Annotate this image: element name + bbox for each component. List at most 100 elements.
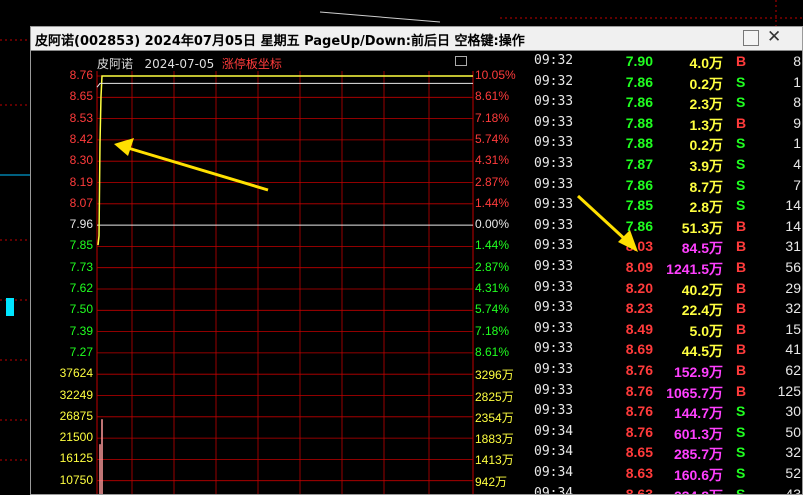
trade-row[interactable]: 09:34 8.76 601.3万 S 50	[531, 423, 802, 444]
stock-name: 皮阿诺	[97, 57, 134, 71]
title-bar[interactable]: 皮阿诺(002853) 2024年07月05日 星期五 PageUp/Down:…	[31, 27, 802, 51]
trade-price: 7.86	[625, 94, 653, 111]
trade-side: S	[736, 156, 746, 172]
pct-tick-label: 7.18%	[475, 110, 510, 125]
price-tick-label: 7.73	[69, 259, 93, 274]
trade-time: 09:33	[534, 135, 574, 151]
trade-side: S	[736, 423, 746, 440]
trade-row[interactable]: 09:33 7.86 2.3万 S 8	[531, 94, 802, 114]
amount-tick-label: 1883万	[475, 432, 514, 447]
trade-price: 8.76	[625, 423, 653, 440]
trade-volume: 5.0万	[689, 322, 723, 339]
trade-row[interactable]: 09:33 8.69 44.5万 B 41	[531, 341, 802, 361]
pct-tick-label: 10.05%	[475, 68, 516, 82]
trade-count: 43	[785, 485, 801, 495]
trade-price: 8.76	[625, 403, 653, 420]
trade-count: 50	[785, 423, 801, 440]
trade-side: S	[736, 485, 746, 495]
trade-side: S	[736, 197, 746, 214]
trade-volume: 1.3万	[689, 116, 723, 133]
trade-time: 09:33	[534, 176, 574, 192]
axis-ticks: 8.76 10.05% 8.65 8.61% 8.53 7.18% 8.42 5.74% 8.3…	[31, 51, 531, 494]
trade-row[interactable]: 09:33 8.09 1241.5万 B 56	[531, 259, 802, 279]
price-tick-label: 7.27	[69, 344, 93, 359]
trade-side: B	[736, 341, 747, 358]
trade-volume: 152.9万	[673, 364, 723, 380]
trade-row[interactable]: 09:33 7.88 0.2万 S 1	[531, 135, 802, 155]
trade-row[interactable]: 09:33 8.03 84.5万 B 31	[531, 238, 802, 258]
trade-row[interactable]: 09:33 7.88 1.3万 B 9	[531, 114, 802, 135]
trade-time: 09:33	[534, 238, 574, 254]
trade-price: 7.85	[625, 197, 653, 214]
trade-row[interactable]: 09:34 8.63234.8万 S 43	[531, 485, 802, 495]
price-tick-label: 8.53	[69, 110, 93, 125]
trade-price: 7.88	[625, 135, 653, 152]
trade-price: 8.76	[625, 382, 653, 399]
trade-row[interactable]: 09:33 7.87 3.9万 S 4	[531, 156, 802, 176]
trade-count: 8	[793, 53, 801, 69]
trade-row[interactable]: 09:32 7.90 4.0万 B 8	[531, 53, 802, 73]
trade-volume: 84.5万	[681, 240, 723, 257]
trade-price: 7.88	[625, 114, 653, 131]
pct-tick-label: 7.18%	[475, 323, 510, 338]
panel-toggle-icon[interactable]	[455, 56, 467, 66]
trade-row[interactable]: 09:33 7.86 8.7万 S 7	[531, 176, 802, 197]
trade-count: 7	[793, 176, 801, 193]
trade-volume: 601.3万	[673, 425, 723, 442]
price-tick-label: 8.30	[69, 153, 93, 168]
intraday-chart[interactable]: 8.76 10.05% 8.65 8.61% 8.53 7.18% 8.42 5.74% 8.3…	[31, 51, 531, 494]
trade-time: 09:33	[534, 279, 574, 295]
trade-count: 32	[785, 300, 801, 317]
amount-tick-label: 3296万	[475, 368, 514, 383]
trade-count: 41	[785, 341, 801, 358]
trade-row[interactable]: 09:33 8.23 22.4万 B 32	[531, 300, 802, 320]
close-button[interactable]: ✕	[767, 27, 781, 47]
trade-volume: 8.7万	[689, 178, 723, 195]
trade-count: 1	[793, 135, 801, 152]
trade-count: 30	[785, 403, 801, 420]
trade-row[interactable]: 09:33 8.76 152.9万 B 62	[531, 362, 802, 382]
trade-list[interactable]: 09:32 7.90 4.0万 B 8 09:32 7.86 0.2万 S 1 09:33 7.86 2…	[531, 51, 802, 495]
trade-time: 09:34	[534, 423, 574, 439]
trade-side: B	[736, 279, 747, 296]
trade-side: S	[736, 403, 746, 420]
trade-side: B	[736, 217, 747, 234]
trade-row[interactable]: 09:33 8.49 5.0万 B 15	[531, 320, 802, 341]
trade-volume: 40.2万	[681, 281, 723, 298]
trade-side: B	[736, 259, 747, 275]
trade-time: 09:33	[534, 300, 574, 316]
trade-side: B	[736, 320, 747, 337]
amount-tick-label: 1413万	[475, 453, 514, 468]
trade-row[interactable]: 09:33 8.76 1065.7万 B 125	[531, 382, 802, 403]
price-tick-label: 7.96	[69, 217, 93, 232]
trade-count: 8	[793, 94, 801, 111]
trade-volume: 22.4万	[681, 302, 723, 319]
trade-time: 09:33	[534, 217, 574, 233]
trade-row[interactable]: 09:34 8.65 285.7万 S 32	[531, 444, 802, 464]
volume-tick-label: 26875	[59, 408, 93, 423]
trade-side: S	[736, 94, 746, 111]
trade-row[interactable]: 09:33 8.20 40.2万 B 29	[531, 279, 802, 300]
trade-volume: 44.5万	[681, 343, 723, 360]
trade-price: 8.23	[625, 300, 653, 317]
trade-row[interactable]: 09:33 8.76 144.7万 S 30	[531, 403, 802, 423]
trade-side: B	[736, 53, 747, 69]
price-tick-label: 7.39	[69, 323, 93, 338]
trade-count: 15	[785, 320, 801, 337]
trade-row[interactable]: 09:34 8.63 160.6万 S 52	[531, 465, 802, 485]
trade-time: 09:34	[534, 465, 574, 480]
volume-tick-label: 10750	[59, 472, 93, 487]
amount-tick-label: 942万	[475, 474, 508, 489]
trade-row[interactable]: 09:33 7.85 2.8万 S 14	[531, 197, 802, 217]
amount-tick-label: 2354万	[475, 410, 514, 425]
price-tick-label: 8.65	[69, 89, 93, 104]
trade-row[interactable]: 09:33 7.86 51.3万 B 14	[531, 217, 802, 238]
trade-price: 7.86	[625, 217, 653, 234]
trade-count: 1	[793, 73, 801, 90]
trade-row[interactable]: 09:32 7.86 0.2万 S 1	[531, 73, 802, 94]
pct-tick-label: 5.74%	[475, 131, 510, 146]
trade-side: B	[736, 382, 747, 399]
maximize-button[interactable]	[743, 30, 759, 46]
price-tick-label: 8.76	[69, 68, 93, 82]
trade-time: 09:33	[534, 341, 574, 357]
